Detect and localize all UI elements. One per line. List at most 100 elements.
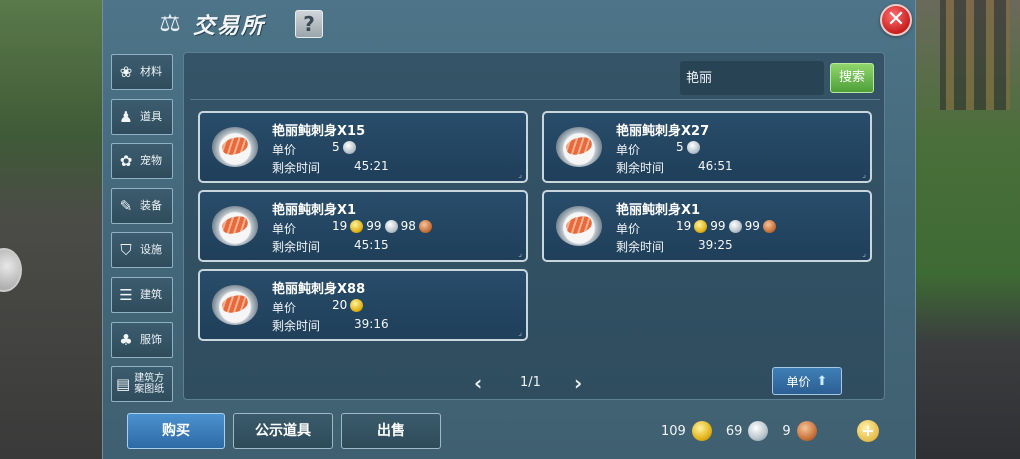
category-label: 服饰	[140, 332, 162, 346]
listing-card[interactable]: 艳丽鲀刺身X88 单价 20 剩余时间 39:16 ⌟	[198, 269, 528, 341]
silver-amount: 69	[725, 423, 743, 439]
item-name: 艳丽鲀刺身X15	[272, 124, 366, 139]
listing-area: 搜索 艳丽鲀刺身X15 单价 5 剩余时间 45:21 ⌟ 艳丽鲀刺身X27 单价 5 剩余时间 4…	[183, 52, 885, 400]
search-button[interactable]: 搜索	[830, 63, 874, 93]
category-label: 道具	[140, 109, 162, 123]
wallet: 109 69 9	[661, 421, 831, 441]
next-page-button[interactable]: ›	[574, 371, 582, 395]
facility-icon: ⛉	[120, 241, 132, 260]
sell-button[interactable]: 出售	[341, 413, 441, 449]
silver-coin-icon	[342, 140, 356, 154]
price-value: 19 99 99	[676, 219, 776, 233]
time-left-label: 剩余时间	[616, 161, 665, 175]
search-input[interactable]	[680, 61, 824, 95]
page-title: 交易所	[193, 14, 266, 39]
category-label: 装备	[140, 198, 162, 212]
time-left-value: 46:51	[698, 159, 733, 173]
equipment-icon: ✎	[119, 196, 133, 215]
time-left-label: 剩余时间	[616, 240, 665, 254]
buy-button[interactable]: 购买	[127, 413, 225, 449]
corner-ornament-icon: ⌟	[518, 249, 522, 258]
price-value: 5	[332, 140, 356, 154]
category-label: 建筑	[140, 287, 162, 301]
sashimi-plate-icon	[556, 206, 602, 246]
listing-card[interactable]: 艳丽鲀刺身X15 单价 5 剩余时间 45:21 ⌟	[198, 111, 528, 183]
category-tab[interactable]: ⛉ 设施	[111, 232, 173, 269]
bottom-bar: 购买 公示道具 出售 109 69 9 +	[103, 404, 915, 459]
price-value: 20	[332, 298, 364, 312]
time-left-label: 剩余时间	[272, 319, 321, 333]
gold-amount: 109	[661, 423, 686, 439]
blueprint-icon: ▤	[116, 375, 131, 394]
category-label: 建筑方案图纸	[134, 373, 165, 396]
close-button[interactable]: ✕	[880, 4, 912, 36]
category-tab[interactable]: ✿ 宠物	[111, 143, 173, 180]
copper-amount: 9	[782, 423, 791, 439]
prev-page-button[interactable]: ‹	[474, 371, 482, 395]
item-name: 艳丽鲀刺身X1	[616, 203, 701, 218]
price-amount: 99	[744, 219, 760, 233]
sashimi-plate-icon	[212, 127, 258, 167]
silver-coin-icon	[748, 421, 769, 441]
corner-ornament-icon: ⌟	[862, 170, 866, 179]
listing-card[interactable]: 艳丽鲀刺身X1 单价 19 99 98 剩余时间 45:15 ⌟	[198, 190, 528, 262]
category-tab[interactable]: ♟ 道具	[111, 98, 173, 135]
category-tab[interactable]: ☰ 建筑	[111, 276, 173, 313]
unit-price-label: 单价	[272, 301, 297, 315]
sashimi-plate-icon	[212, 206, 258, 246]
category-tab[interactable]: ❀ 材料	[111, 54, 173, 90]
help-button[interactable]: ?	[295, 10, 323, 38]
corner-ornament-icon: ⌟	[518, 328, 522, 337]
price-amount: 20	[332, 298, 348, 312]
search-divider	[190, 99, 880, 100]
title-bar: ⚖ 交易所 ?	[103, 0, 915, 48]
copper-coin-icon	[418, 219, 432, 233]
listing-card[interactable]: 艳丽鲀刺身X1 单价 19 99 99 剩余时间 39:25 ⌟	[542, 190, 872, 262]
item-name: 艳丽鲀刺身X88	[272, 282, 366, 297]
category-tab[interactable]: ▤ 建筑方案图纸	[111, 366, 173, 403]
gold-coin-icon	[350, 219, 364, 233]
materials-icon: ❀	[119, 63, 133, 81]
time-left-value: 45:21	[354, 159, 389, 173]
page-indicator: 1/1	[520, 375, 541, 390]
public-items-button[interactable]: 公示道具	[233, 413, 333, 449]
category-label: 材料	[140, 65, 162, 78]
corner-ornament-icon: ⌟	[862, 249, 866, 258]
unit-price-label: 单价	[616, 143, 641, 157]
price-amount: 19	[676, 219, 692, 233]
sort-arrow-icon: ⬆	[816, 373, 828, 389]
item-name: 艳丽鲀刺身X1	[272, 203, 357, 218]
price-value: 19 99 98	[332, 219, 432, 233]
rail-track	[940, 0, 1010, 110]
time-left-value: 39:16	[354, 317, 389, 331]
copper-coin-icon	[796, 421, 817, 441]
category-label: 宠物	[140, 154, 162, 168]
item-name: 艳丽鲀刺身X27	[616, 124, 710, 139]
add-currency-button[interactable]: +	[857, 420, 879, 442]
clothing-icon: ♣	[119, 330, 133, 349]
game-world-left	[0, 0, 104, 459]
price-amount: 5	[332, 140, 340, 154]
silver-coin-icon	[728, 219, 742, 233]
corner-ornament-icon: ⌟	[518, 170, 522, 179]
gold-coin-icon	[350, 298, 364, 312]
gold-coin-icon	[691, 421, 712, 441]
time-left-value: 39:25	[698, 238, 733, 252]
category-tab[interactable]: ♣ 服饰	[111, 321, 173, 358]
category-list: ❀ 材料 ♟ 道具 ✿ 宠物 ✎ 装备 ⛉ 设施 ☰ 建筑 ♣ 服饰 ▤ 建筑方案图纸	[111, 54, 175, 411]
time-left-value: 45:15	[354, 238, 389, 252]
potion-icon: ♟	[119, 107, 133, 126]
category-tab[interactable]: ✎ 装备	[111, 187, 173, 224]
sort-label: 单价	[786, 374, 811, 389]
sort-by-price-button[interactable]: 单价 ⬆	[772, 367, 842, 395]
building-icon: ☰	[119, 285, 133, 304]
listing-card[interactable]: 艳丽鲀刺身X27 单价 5 剩余时间 46:51 ⌟	[542, 111, 872, 183]
unit-price-label: 单价	[616, 222, 641, 236]
price-amount: 98	[400, 219, 416, 233]
price-amount: 99	[366, 219, 382, 233]
exchange-panel: ⚖ 交易所 ? ❀ 材料 ♟ 道具 ✿ 宠物 ✎ 装备 ⛉ 设施 ☰ 建筑 ♣ 服饰 ▤建筑方案图纸 搜索 …	[102, 0, 916, 459]
paw-icon: ✿	[119, 152, 133, 171]
sashimi-plate-icon	[212, 285, 258, 325]
time-left-label: 剩余时间	[272, 161, 321, 175]
sashimi-plate-icon	[556, 127, 602, 167]
